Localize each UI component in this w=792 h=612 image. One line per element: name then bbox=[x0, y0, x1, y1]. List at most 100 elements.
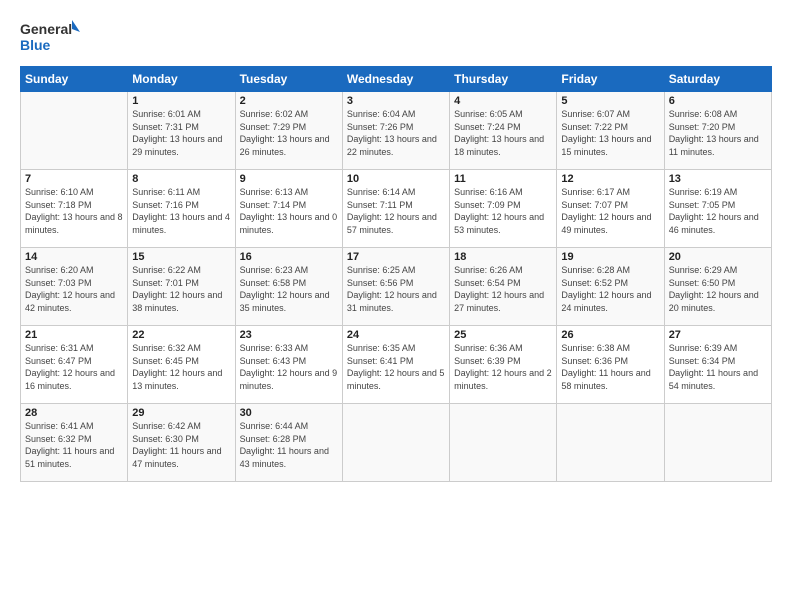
calendar-cell: 26 Sunrise: 6:38 AMSunset: 6:36 PMDayligh… bbox=[557, 326, 664, 404]
calendar-cell: 22 Sunrise: 6:32 AMSunset: 6:45 PMDayligh… bbox=[128, 326, 235, 404]
day-number: 27 bbox=[669, 329, 767, 341]
calendar-cell: 28 Sunrise: 6:41 AMSunset: 6:32 PMDayligh… bbox=[21, 404, 128, 482]
week-row-2: 7 Sunrise: 6:10 AMSunset: 7:18 PMDaylight… bbox=[21, 170, 772, 248]
cell-info: Sunrise: 6:26 AMSunset: 6:54 PMDaylight:… bbox=[454, 265, 544, 313]
day-number: 28 bbox=[25, 407, 123, 419]
cell-info: Sunrise: 6:08 AMSunset: 7:20 PMDaylight:… bbox=[669, 109, 759, 157]
day-number: 4 bbox=[454, 95, 552, 107]
cell-info: Sunrise: 6:42 AMSunset: 6:30 PMDaylight:… bbox=[132, 421, 221, 469]
day-number: 1 bbox=[132, 95, 230, 107]
day-number: 12 bbox=[561, 173, 659, 185]
calendar-cell: 14 Sunrise: 6:20 AMSunset: 7:03 PMDayligh… bbox=[21, 248, 128, 326]
cell-info: Sunrise: 6:41 AMSunset: 6:32 PMDaylight:… bbox=[25, 421, 114, 469]
calendar-cell: 29 Sunrise: 6:42 AMSunset: 6:30 PMDayligh… bbox=[128, 404, 235, 482]
day-number: 7 bbox=[25, 173, 123, 185]
calendar-cell: 4 Sunrise: 6:05 AMSunset: 7:24 PMDaylight… bbox=[450, 92, 557, 170]
cell-info: Sunrise: 6:20 AMSunset: 7:03 PMDaylight:… bbox=[25, 265, 115, 313]
header-cell-thursday: Thursday bbox=[450, 67, 557, 92]
day-number: 3 bbox=[347, 95, 445, 107]
calendar-cell: 19 Sunrise: 6:28 AMSunset: 6:52 PMDayligh… bbox=[557, 248, 664, 326]
day-number: 22 bbox=[132, 329, 230, 341]
day-number: 29 bbox=[132, 407, 230, 419]
calendar-cell: 15Sunrise: 6:22 AMSunset: 7:01 PMDayligh… bbox=[128, 248, 235, 326]
header-cell-tuesday: Tuesday bbox=[235, 67, 342, 92]
cell-info: Sunrise: 6:44 AMSunset: 6:28 PMDaylight:… bbox=[240, 421, 329, 469]
calendar-cell: 24 Sunrise: 6:35 AMSunset: 6:41 PMDayligh… bbox=[342, 326, 449, 404]
header-cell-wednesday: Wednesday bbox=[342, 67, 449, 92]
day-number: 20 bbox=[669, 251, 767, 263]
day-number: 10 bbox=[347, 173, 445, 185]
day-number: 16 bbox=[240, 251, 338, 263]
cell-info: Sunrise: 6:29 AMSunset: 6:50 PMDaylight:… bbox=[669, 265, 759, 313]
logo: General Blue bbox=[20, 18, 80, 56]
cell-info: Sunrise: 6:10 AMSunset: 7:18 PMDaylight:… bbox=[25, 187, 123, 235]
day-number: 30 bbox=[240, 407, 338, 419]
calendar-cell: 17Sunrise: 6:25 AMSunset: 6:56 PMDayligh… bbox=[342, 248, 449, 326]
calendar-cell bbox=[664, 404, 771, 482]
calendar-cell: 7 Sunrise: 6:10 AMSunset: 7:18 PMDaylight… bbox=[21, 170, 128, 248]
calendar-cell: 30 Sunrise: 6:44 AMSunset: 6:28 PMDayligh… bbox=[235, 404, 342, 482]
cell-info: Sunrise: 6:01 AMSunset: 7:31 PMDaylight:… bbox=[132, 109, 222, 157]
day-number: 26 bbox=[561, 329, 659, 341]
day-number: 19 bbox=[561, 251, 659, 263]
calendar-cell: 18 Sunrise: 6:26 AMSunset: 6:54 PMDayligh… bbox=[450, 248, 557, 326]
calendar-cell: 3 Sunrise: 6:04 AMSunset: 7:26 PMDaylight… bbox=[342, 92, 449, 170]
header-cell-sunday: Sunday bbox=[21, 67, 128, 92]
cell-info: Sunrise: 6:19 AMSunset: 7:05 PMDaylight:… bbox=[669, 187, 759, 235]
cell-info: Sunrise: 6:38 AMSunset: 6:36 PMDaylight:… bbox=[561, 343, 650, 391]
page: General Blue SundayMondayTuesdayWednesda… bbox=[0, 0, 792, 612]
day-number: 9 bbox=[240, 173, 338, 185]
cell-info: Sunrise: 6:36 AMSunset: 6:39 PMDaylight:… bbox=[454, 343, 552, 391]
calendar-cell: 9 Sunrise: 6:13 AMSunset: 7:14 PMDaylight… bbox=[235, 170, 342, 248]
cell-info: Sunrise: 6:02 AMSunset: 7:29 PMDaylight:… bbox=[240, 109, 330, 157]
calendar-cell bbox=[450, 404, 557, 482]
calendar-cell: 10Sunrise: 6:14 AMSunset: 7:11 PMDayligh… bbox=[342, 170, 449, 248]
calendar-cell: 25 Sunrise: 6:36 AMSunset: 6:39 PMDayligh… bbox=[450, 326, 557, 404]
calendar-cell: 12 Sunrise: 6:17 AMSunset: 7:07 PMDayligh… bbox=[557, 170, 664, 248]
week-row-1: 1 Sunrise: 6:01 AMSunset: 7:31 PMDaylight… bbox=[21, 92, 772, 170]
day-number: 24 bbox=[347, 329, 445, 341]
calendar-table: SundayMondayTuesdayWednesdayThursdayFrid… bbox=[20, 66, 772, 482]
day-number: 8 bbox=[132, 173, 230, 185]
calendar-cell bbox=[342, 404, 449, 482]
day-number: 25 bbox=[454, 329, 552, 341]
cell-info: Sunrise: 6:04 AMSunset: 7:26 PMDaylight:… bbox=[347, 109, 437, 157]
cell-info: Sunrise: 6:35 AMSunset: 6:41 PMDaylight:… bbox=[347, 343, 445, 391]
header: General Blue bbox=[20, 18, 772, 56]
calendar-cell: 6Sunrise: 6:08 AMSunset: 7:20 PMDaylight… bbox=[664, 92, 771, 170]
calendar-cell: 5 Sunrise: 6:07 AMSunset: 7:22 PMDaylight… bbox=[557, 92, 664, 170]
cell-info: Sunrise: 6:13 AMSunset: 7:14 PMDaylight:… bbox=[240, 187, 338, 235]
calendar-cell: 11Sunrise: 6:16 AMSunset: 7:09 PMDayligh… bbox=[450, 170, 557, 248]
cell-info: Sunrise: 6:32 AMSunset: 6:45 PMDaylight:… bbox=[132, 343, 222, 391]
cell-info: Sunrise: 6:33 AMSunset: 6:43 PMDaylight:… bbox=[240, 343, 338, 391]
day-number: 2 bbox=[240, 95, 338, 107]
header-cell-saturday: Saturday bbox=[664, 67, 771, 92]
cell-info: Sunrise: 6:28 AMSunset: 6:52 PMDaylight:… bbox=[561, 265, 651, 313]
svg-text:General: General bbox=[20, 21, 72, 37]
svg-text:Blue: Blue bbox=[20, 37, 51, 53]
day-number: 13 bbox=[669, 173, 767, 185]
calendar-cell: 1 Sunrise: 6:01 AMSunset: 7:31 PMDaylight… bbox=[128, 92, 235, 170]
header-cell-monday: Monday bbox=[128, 67, 235, 92]
calendar-cell: 27 Sunrise: 6:39 AMSunset: 6:34 PMDayligh… bbox=[664, 326, 771, 404]
calendar-body: 1 Sunrise: 6:01 AMSunset: 7:31 PMDaylight… bbox=[21, 92, 772, 482]
cell-info: Sunrise: 6:25 AMSunset: 6:56 PMDaylight:… bbox=[347, 265, 437, 313]
calendar-cell: 16 Sunrise: 6:23 AMSunset: 6:58 PMDayligh… bbox=[235, 248, 342, 326]
day-number: 5 bbox=[561, 95, 659, 107]
cell-info: Sunrise: 6:22 AMSunset: 7:01 PMDaylight:… bbox=[132, 265, 222, 313]
logo-svg: General Blue bbox=[20, 18, 80, 56]
week-row-5: 28 Sunrise: 6:41 AMSunset: 6:32 PMDayligh… bbox=[21, 404, 772, 482]
cell-info: Sunrise: 6:23 AMSunset: 6:58 PMDaylight:… bbox=[240, 265, 330, 313]
day-number: 18 bbox=[454, 251, 552, 263]
cell-info: Sunrise: 6:05 AMSunset: 7:24 PMDaylight:… bbox=[454, 109, 544, 157]
day-number: 21 bbox=[25, 329, 123, 341]
cell-info: Sunrise: 6:17 AMSunset: 7:07 PMDaylight:… bbox=[561, 187, 651, 235]
calendar-cell: 8Sunrise: 6:11 AMSunset: 7:16 PMDaylight… bbox=[128, 170, 235, 248]
cell-info: Sunrise: 6:39 AMSunset: 6:34 PMDaylight:… bbox=[669, 343, 758, 391]
calendar-header-row: SundayMondayTuesdayWednesdayThursdayFrid… bbox=[21, 67, 772, 92]
cell-info: Sunrise: 6:07 AMSunset: 7:22 PMDaylight:… bbox=[561, 109, 651, 157]
week-row-4: 21Sunrise: 6:31 AMSunset: 6:47 PMDayligh… bbox=[21, 326, 772, 404]
day-number: 14 bbox=[25, 251, 123, 263]
calendar-cell: 21Sunrise: 6:31 AMSunset: 6:47 PMDayligh… bbox=[21, 326, 128, 404]
calendar-cell: 23Sunrise: 6:33 AMSunset: 6:43 PMDayligh… bbox=[235, 326, 342, 404]
